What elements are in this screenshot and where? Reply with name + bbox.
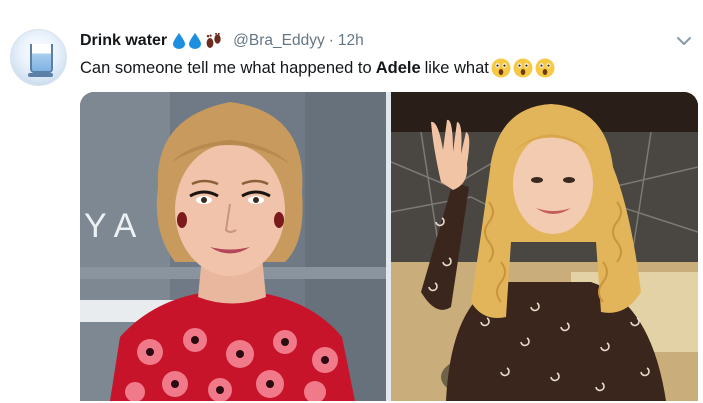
tweet-text: Can someone tell me what happened to Ade… <box>80 58 555 78</box>
chevron-down-icon[interactable] <box>675 34 693 48</box>
grammy-red-carpet-photo[interactable]: Y A <box>80 92 386 401</box>
profile-avatar[interactable] <box>10 29 67 86</box>
display-name[interactable]: Drink water <box>80 32 167 50</box>
astonished-face-icon <box>535 58 555 78</box>
tweet-header: Drink water @Bra_Eddyy · 12h <box>80 31 364 51</box>
tweet-text-start: Can someone tell me what happened to <box>80 58 372 77</box>
droplet-icon <box>189 33 202 49</box>
tweet-text-bold: Adele <box>375 58 421 77</box>
curly-hair-waving-photo[interactable] <box>391 92 698 401</box>
astonished-face-icon <box>513 58 533 78</box>
tweet-media: Y A <box>80 92 698 401</box>
footprints-icon <box>205 32 223 49</box>
tweet-card[interactable]: Drink water @Bra_Eddyy · 12h Can someone… <box>0 0 703 403</box>
separator-dot: · <box>328 32 334 49</box>
astonished-face-icon <box>491 58 511 78</box>
tweet-text-end: like what <box>424 58 489 77</box>
droplet-icon <box>173 33 186 49</box>
tweet-timestamp[interactable]: 12h <box>338 32 364 50</box>
backdrop-text: Y A <box>84 207 137 245</box>
user-handle[interactable]: @Bra_Eddyy <box>233 32 325 50</box>
water-glass-icon <box>30 44 53 73</box>
